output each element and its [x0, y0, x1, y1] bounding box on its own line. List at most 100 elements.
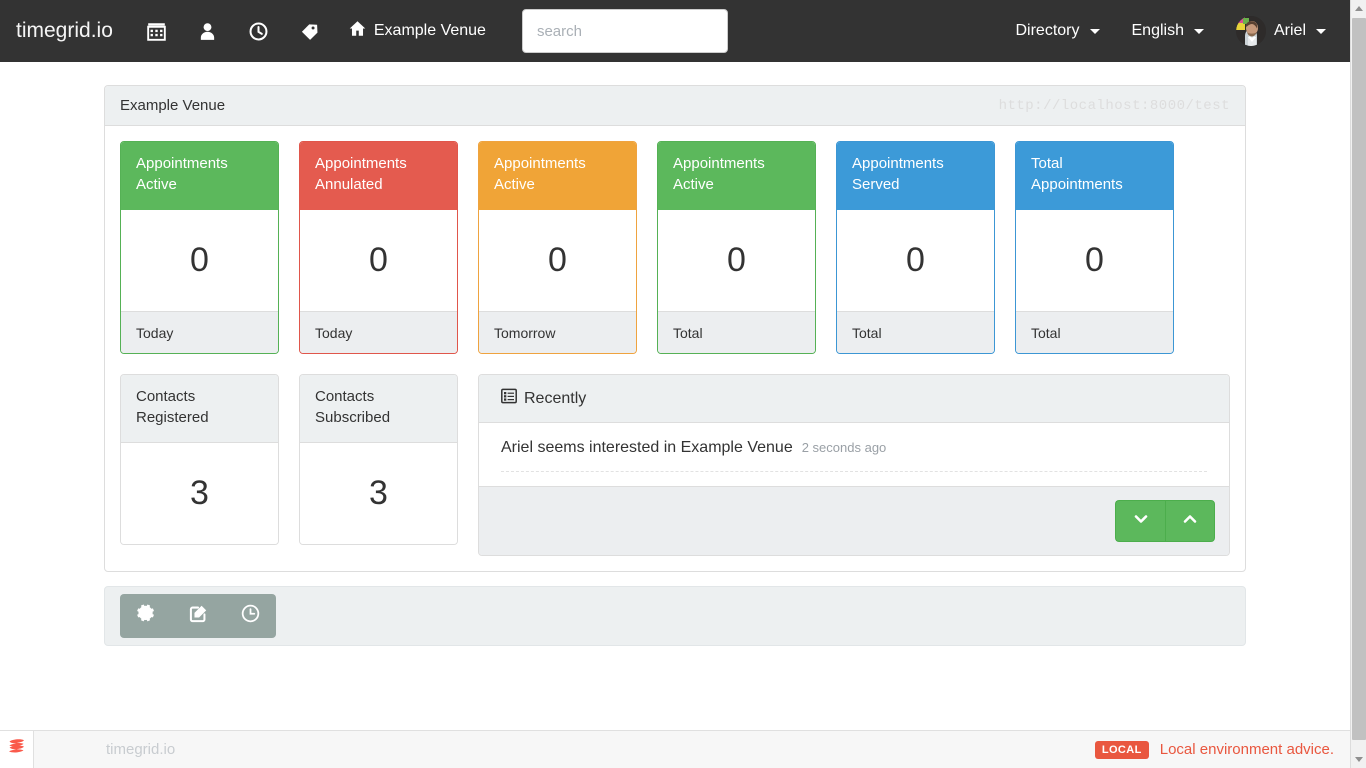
- stat-footer: Today: [121, 311, 278, 353]
- navbar-right: Directory English Ariel: [999, 0, 1350, 62]
- stat-value: 0: [121, 210, 278, 311]
- directory-label: Directory: [1015, 22, 1080, 39]
- contact-title-line2: Subscribed: [315, 408, 391, 426]
- chevron-down-icon: [1193, 28, 1204, 34]
- nav-schedule-link[interactable]: [233, 0, 284, 62]
- scroll-down-button[interactable]: [1351, 751, 1366, 768]
- top-navbar: timegrid.io Example Venue search Directo…: [0, 0, 1350, 62]
- stat-card[interactable]: Appointments Active 0 Total: [657, 141, 816, 354]
- stat-title-line2: Active: [136, 175, 177, 193]
- page-title: Example Venue: [120, 97, 226, 114]
- stat-card-header: Appointments Active: [121, 142, 278, 210]
- stat-footer: Total: [658, 311, 815, 353]
- status-badge: LOCAL: [1094, 740, 1149, 759]
- chevron-down-icon: [1133, 511, 1149, 532]
- chevron-down-button[interactable]: [1115, 500, 1165, 542]
- venue-panel-body: Appointments Active 0 Today Appointments…: [105, 126, 1245, 571]
- navbar-icon-links: [131, 0, 335, 62]
- search-input[interactable]: [521, 9, 728, 53]
- stat-card-header: Total Appointments: [1016, 142, 1173, 210]
- nav-venue-link[interactable]: Example Venue: [335, 0, 500, 62]
- venue-panel-heading: Example Venue http://localhost:8000/test: [105, 86, 1245, 126]
- language-dropdown[interactable]: English: [1116, 0, 1220, 62]
- stat-value: 0: [658, 210, 815, 311]
- stat-footer: Today: [300, 311, 457, 353]
- stat-footer: Total: [1016, 311, 1173, 353]
- stat-title-line2: Appointments: [1031, 175, 1123, 193]
- stat-footer: Total: [837, 311, 994, 353]
- contact-title-line2: Registered: [136, 408, 209, 426]
- footer-bar: timegrid.io LOCAL Local environment advi…: [0, 730, 1350, 768]
- user-dropdown[interactable]: Ariel: [1220, 0, 1342, 62]
- recently-panel-footer: [479, 486, 1229, 555]
- footer-brand: timegrid.io: [106, 741, 176, 758]
- schedule-button[interactable]: [224, 594, 276, 638]
- recently-panel-heading: Recently: [479, 375, 1229, 423]
- stat-cards-row: Appointments Active 0 Today Appointments…: [120, 141, 1230, 354]
- browser-viewport: timegrid.io Example Venue search Directo…: [0, 0, 1366, 768]
- stat-title-line1: Appointments: [852, 155, 944, 172]
- recently-panel: Recently Ariel seems interested in Examp…: [478, 374, 1230, 556]
- stat-card-header: Appointments Active: [479, 142, 636, 210]
- stat-title-line2: Served: [852, 175, 900, 193]
- home-icon: [349, 20, 366, 42]
- clock-icon: [249, 22, 268, 41]
- stat-card-header: Appointments Annulated: [300, 142, 457, 210]
- venue-panel: Example Venue http://localhost:8000/test…: [104, 85, 1246, 572]
- activity-text: Ariel seems interested in Example Venue: [501, 439, 793, 456]
- footer-advice: Local environment advice.: [1159, 741, 1334, 758]
- recently-heading-label: Recently: [524, 389, 587, 407]
- stat-card[interactable]: Appointments Active 0 Today: [120, 141, 279, 354]
- contacts-registered-card[interactable]: Contacts Registered 3: [120, 374, 279, 545]
- chevron-down-icon: [1316, 28, 1326, 34]
- stat-card[interactable]: Appointments Active 0 Tomorrow: [478, 141, 637, 354]
- actions-panel: [104, 586, 1246, 646]
- clock-icon: [241, 604, 260, 628]
- stat-card[interactable]: Total Appointments 0 Total: [1015, 141, 1174, 354]
- footer-right: LOCAL Local environment advice.: [1094, 740, 1350, 759]
- contact-title-line1: Contacts: [136, 388, 196, 405]
- nav-services-link[interactable]: [284, 0, 335, 62]
- chevron-up-button[interactable]: [1165, 500, 1215, 542]
- contact-value: 3: [121, 443, 278, 544]
- language-label: English: [1131, 22, 1184, 39]
- stat-title-line1: Appointments: [494, 155, 586, 172]
- list-alt-icon: [501, 388, 517, 409]
- stat-footer: Tomorrow: [479, 311, 636, 353]
- brand-logo[interactable]: timegrid.io: [0, 19, 123, 43]
- gear-icon: [136, 604, 156, 628]
- settings-button[interactable]: [120, 594, 172, 638]
- chevron-up-icon: [1182, 511, 1198, 532]
- stat-title-line1: Appointments: [673, 155, 765, 172]
- avatar: [1235, 16, 1266, 46]
- debugbar-icon: [6, 736, 28, 763]
- activity-timestamp: 2 seconds ago: [801, 440, 887, 455]
- user-icon: [198, 22, 217, 41]
- contact-card-header: Contacts Subscribed: [300, 375, 457, 443]
- second-row: Contacts Registered 3 Contacts Subscribe…: [120, 374, 1230, 556]
- stat-card[interactable]: Appointments Annulated 0 Today: [299, 141, 458, 354]
- navbar-search: [521, 9, 728, 53]
- directory-dropdown[interactable]: Directory: [999, 0, 1115, 62]
- vertical-scrollbar[interactable]: [1350, 0, 1366, 768]
- page-content: Example Venue http://localhost:8000/test…: [0, 62, 1350, 730]
- edit-button[interactable]: [172, 594, 224, 638]
- scroll-up-button[interactable]: [1351, 0, 1366, 17]
- stat-value: 0: [1016, 210, 1173, 311]
- stat-title-line1: Appointments: [315, 155, 407, 172]
- contact-card-header: Contacts Registered: [121, 375, 278, 443]
- stat-title-line1: Total: [1031, 155, 1063, 172]
- nav-calendar-link[interactable]: [131, 0, 182, 62]
- stat-title-line1: Appointments: [136, 155, 228, 172]
- nav-contacts-link[interactable]: [182, 0, 233, 62]
- stat-title-line2: Active: [673, 175, 714, 193]
- scrollbar-thumb[interactable]: [1352, 18, 1366, 740]
- stat-card-header: Appointments Active: [658, 142, 815, 210]
- chevron-down-icon: [1089, 28, 1100, 34]
- recently-panel-body: Ariel seems interested in Example Venue …: [479, 423, 1229, 486]
- contacts-subscribed-card[interactable]: Contacts Subscribed 3: [299, 374, 458, 545]
- debugbar-logo-button[interactable]: [0, 731, 34, 768]
- stat-value: 0: [300, 210, 457, 311]
- list-item: Ariel seems interested in Example Venue …: [501, 439, 1207, 472]
- stat-card[interactable]: Appointments Served 0 Total: [836, 141, 995, 354]
